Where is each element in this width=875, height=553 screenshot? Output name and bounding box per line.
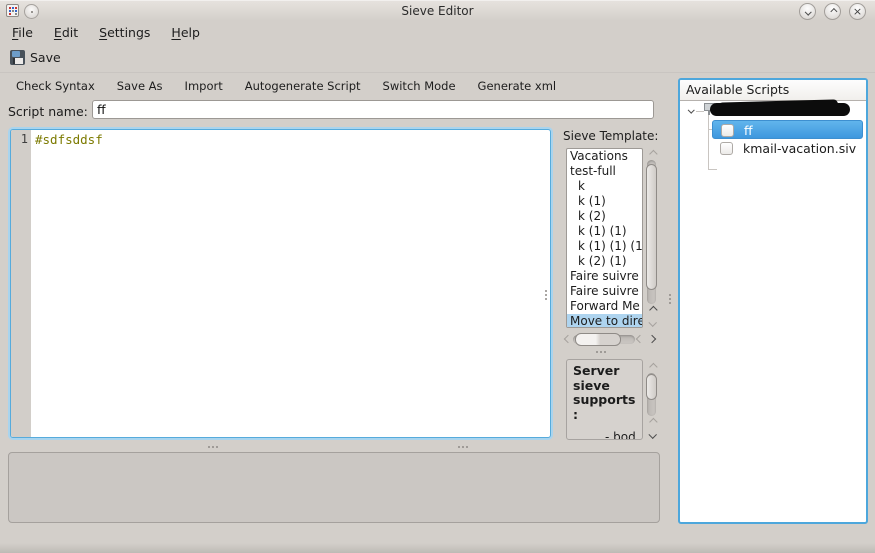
save-as-button[interactable]: Save As: [113, 77, 167, 95]
editor-content[interactable]: #sdfsddsf: [31, 130, 550, 437]
scrollbar-thumb[interactable]: [646, 374, 657, 400]
minimize-button[interactable]: [799, 3, 816, 20]
import-button[interactable]: Import: [181, 77, 227, 95]
tree-branch-line: [708, 169, 717, 170]
scrollbar-track[interactable]: [647, 160, 656, 304]
script-label: kmail-vacation.siv: [743, 139, 856, 158]
list-item[interactable]: k (1): [567, 194, 642, 209]
scroll-up-button[interactable]: [645, 361, 658, 373]
close-button[interactable]: ×: [849, 3, 866, 20]
scrollbar-thumb[interactable]: [646, 164, 657, 290]
autogenerate-script-button[interactable]: Autogenerate Script: [241, 77, 365, 95]
save-button-label: Save: [30, 50, 61, 65]
list-item[interactable]: k: [567, 179, 642, 194]
redacted-server-name: [710, 103, 850, 116]
chevron-down-icon: [648, 430, 656, 438]
chevron-right-icon[interactable]: [648, 335, 656, 343]
splitter-handle[interactable]: [668, 294, 672, 304]
scroll-up-button[interactable]: [645, 304, 658, 316]
list-item[interactable]: k (2) (1): [567, 254, 642, 269]
menubar: File Edit Settings Help: [0, 21, 875, 43]
chevron-up-icon: [649, 363, 657, 371]
script-editor[interactable]: 1 #sdfsddsf: [10, 129, 551, 438]
chevron-up-icon: [649, 306, 657, 314]
scroll-down-button[interactable]: [645, 428, 658, 440]
chevron-up-icon: [649, 150, 657, 158]
main-toolbar: Save: [0, 43, 875, 71]
scrollbar-track[interactable]: [647, 373, 656, 416]
list-item[interactable]: Vacations: [567, 149, 642, 164]
check-syntax-button[interactable]: Check Syntax: [12, 77, 99, 95]
script-tree-item[interactable]: kmail-vacation.siv: [712, 139, 863, 158]
scripts-tree: ff kmail-vacation.siv: [680, 101, 866, 522]
list-item[interactable]: Faire suivre: [567, 269, 642, 284]
server-supports-heading: Server sieve supports :: [567, 360, 637, 422]
scroll-up-button[interactable]: [645, 416, 658, 428]
list-item[interactable]: k (1) (1) (1: [567, 239, 642, 254]
chevron-left-icon[interactable]: [564, 335, 572, 343]
scroll-up-button[interactable]: [645, 148, 658, 160]
splitter-handle[interactable]: [596, 350, 606, 354]
titlebar: Sieve Editor ×: [0, 0, 875, 21]
expand-collapse-icon[interactable]: [688, 107, 695, 114]
scrollbar-thumb[interactable]: [575, 333, 621, 346]
splitter-handle[interactable]: [208, 445, 218, 449]
server-capabilities-panel: Server sieve supports : - bod: [566, 359, 643, 440]
line-number-gutter: 1: [11, 130, 31, 437]
generate-xml-button[interactable]: Generate xml: [474, 77, 561, 95]
maximize-button[interactable]: [824, 3, 841, 20]
server-panel-scrollbar[interactable]: [645, 361, 658, 440]
server-supports-item: - bod: [605, 430, 636, 440]
available-scripts-header: Available Scripts: [680, 80, 866, 101]
scrollbar-track[interactable]: [573, 335, 635, 344]
available-scripts-panel: Available Scripts ff kmail-vacation.siv: [678, 78, 868, 524]
menu-help[interactable]: Help: [171, 25, 200, 40]
list-item[interactable]: Faire suivre: [567, 284, 642, 299]
chevron-down-icon: [805, 9, 812, 16]
splitter-handle[interactable]: [544, 290, 548, 300]
menu-settings[interactable]: Settings: [99, 25, 150, 40]
list-item[interactable]: Forward Me: [567, 299, 642, 314]
list-item[interactable]: k (1) (1): [567, 224, 642, 239]
menu-edit[interactable]: Edit: [54, 25, 78, 40]
debug-output-panel: [8, 452, 660, 523]
list-item-selected[interactable]: Move to dire: [567, 314, 642, 328]
chevron-down-icon: [648, 318, 656, 326]
sieve-template-label: Sieve Template:: [563, 129, 658, 143]
window-bottom-edge: [0, 543, 875, 553]
splitter-handle[interactable]: [458, 445, 468, 449]
server-tree-item[interactable]: [680, 101, 866, 120]
script-name-row: Script name:: [8, 100, 88, 122]
menu-file[interactable]: File: [12, 25, 33, 40]
template-horizontal-scrollbar[interactable]: [565, 331, 658, 347]
save-icon: [10, 50, 25, 65]
script-label: ff: [744, 121, 753, 140]
script-name-label: Script name:: [8, 104, 88, 119]
list-item[interactable]: k (2): [567, 209, 642, 224]
script-name-input[interactable]: [92, 100, 654, 119]
sieve-editor-window: Sieve Editor × File Edit Settings Help S…: [0, 0, 875, 553]
template-vertical-scrollbar[interactable]: [645, 148, 658, 328]
switch-mode-button[interactable]: Switch Mode: [379, 77, 460, 95]
script-tree-item-selected[interactable]: ff: [712, 120, 863, 139]
chevron-left-icon[interactable]: [636, 335, 644, 343]
sieve-template-list: Vacations test-full k k (1) k (2) k (1) …: [566, 148, 643, 328]
close-icon: ×: [853, 6, 862, 17]
scroll-down-button[interactable]: [645, 316, 658, 328]
list-item[interactable]: test-full: [567, 164, 642, 179]
window-title: Sieve Editor: [0, 1, 875, 22]
script-checkbox[interactable]: [721, 124, 734, 137]
save-button[interactable]: Save: [10, 50, 61, 65]
chevron-up-icon: [830, 8, 837, 15]
chevron-up-icon: [649, 418, 657, 426]
script-checkbox[interactable]: [720, 142, 733, 155]
